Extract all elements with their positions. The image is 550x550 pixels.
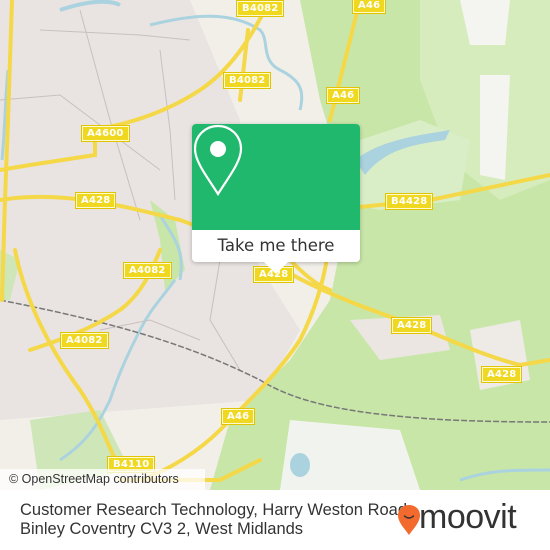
location-pin-icon [193, 124, 243, 196]
road-label-a46: A46 [325, 87, 361, 104]
road-label-a46: A46 [220, 408, 256, 425]
popup-header [192, 124, 360, 230]
address: Customer Research Technology, Harry West… [20, 501, 407, 539]
road-label-a4082: A4082 [123, 262, 172, 279]
destination-popup: Take me there [192, 124, 360, 274]
footer: Customer Research Technology, Harry West… [0, 490, 550, 550]
map-view[interactable]: B4082 A46 B4082 A46 A4600 A428 B4428 A40… [0, 0, 550, 490]
popup-pointer [263, 261, 289, 274]
road-label-a428: A428 [390, 317, 433, 334]
address-line-2: Binley Coventry CV3 2, West Midlands [20, 520, 304, 538]
road-label-a4082: A4082 [60, 332, 109, 349]
road-label-b4082: B4082 [235, 0, 285, 17]
moovit-pin-icon [398, 505, 420, 535]
road-label-b4082: B4082 [222, 72, 272, 89]
address-line-1: Customer Research Technology, Harry West… [20, 501, 408, 519]
road-label-a428: A428 [480, 366, 523, 383]
road-label-a428: A428 [74, 192, 117, 209]
brand-name: moovit [419, 498, 517, 536]
road-label-a4600: A4600 [81, 125, 130, 142]
road-label-a46: A46 [351, 0, 387, 14]
map-attribution[interactable]: © OpenStreetMap contributors [0, 469, 205, 490]
road-label-b4428: B4428 [384, 193, 434, 210]
take-me-there-button[interactable]: Take me there [192, 230, 360, 262]
